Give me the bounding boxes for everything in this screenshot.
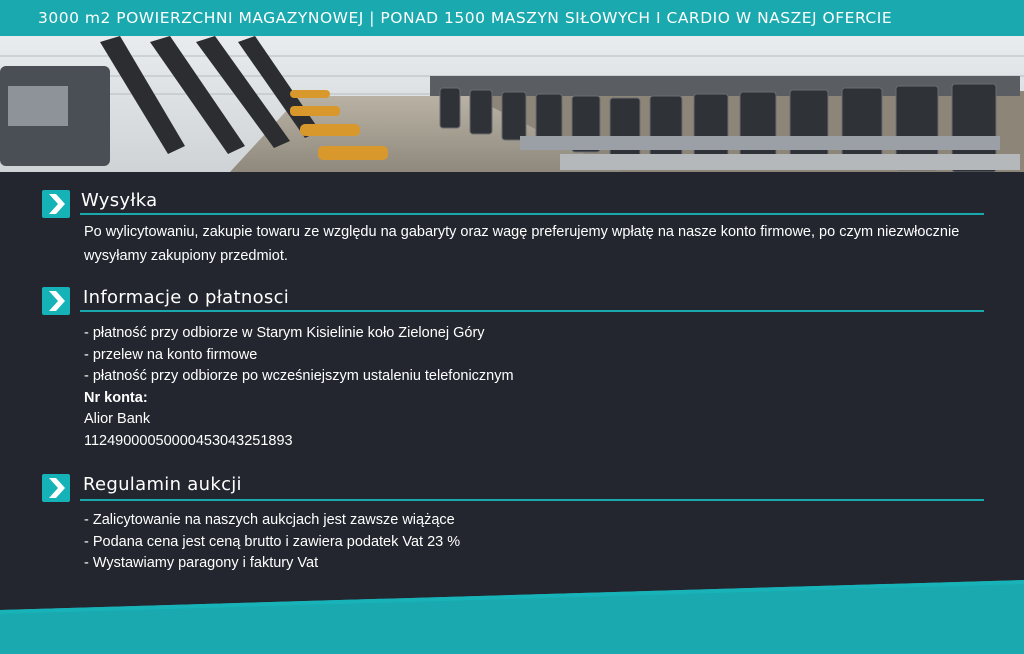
list-item: - płatność przy odbiorze w Starym Kisiel… [84,325,485,341]
section-title-payment: Informacje o płatnosci [83,287,290,308]
chevron-right-icon [42,190,70,218]
payment-list: - płatność przy odbiorze w Starym Kisiel… [84,323,514,452]
list-item: - płatność przy odbiorze po wcześniejszy… [84,368,514,384]
list-item: - Wystawiamy paragony i faktury Vat [84,555,319,571]
section-divider [80,499,984,501]
chevron-right-icon [42,474,70,502]
section-divider [80,310,984,312]
rules-list: - Zalicytowanie na naszych aukcjach jest… [84,510,460,575]
footer-band [0,580,1024,654]
account-number: 11249000050000453043251893 [84,432,293,449]
shipping-text: Po wylicytowaniu, zakupie towaru ze wzgl… [84,224,960,264]
list-item: - Zalicytowanie na naszych aukcjach jest… [84,512,455,528]
top-banner: 3000 m2 POWIERZCHNI MAGAZYNOWEJ | PONAD … [0,0,1024,36]
section-divider [80,213,984,215]
section-title-rules: Regulamin aukcji [83,474,242,495]
chevron-right-icon [42,287,70,315]
account-label: Nr konta: [84,389,148,406]
list-item: - przelew na konto firmowe [84,346,258,363]
bank-name: Alior Bank [84,411,151,427]
warehouse-hero-image [0,36,1024,172]
list-item: - Podana cena jest ceną brutto i zawiera… [84,533,461,550]
section-title-shipping: Wysyłka [81,190,158,211]
